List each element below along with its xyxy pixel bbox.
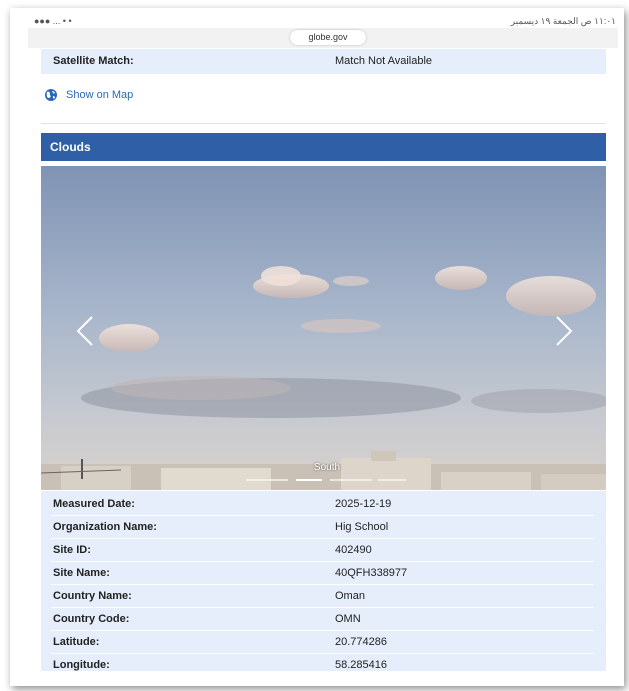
- show-on-map-link[interactable]: Show on Map: [44, 86, 133, 104]
- carousel-indicators[interactable]: [246, 479, 406, 482]
- status-right: ۱۱:۰۱ ص الجمعة ۱۹ ديسمبر: [510, 16, 616, 26]
- photo-caption: South: [313, 462, 341, 473]
- chevron-left-icon: [76, 316, 93, 346]
- chevron-right-icon: [556, 316, 573, 346]
- detail-row-site-id: Site ID: 402490: [41, 539, 606, 562]
- carousel-indicator-active[interactable]: [296, 479, 322, 481]
- detail-label: Measured Date:: [53, 498, 135, 510]
- detail-row-longitude: Longitude: 58.285416: [41, 654, 606, 677]
- next-photo-button[interactable]: [551, 313, 577, 349]
- detail-label: Latitude:: [53, 636, 100, 648]
- detail-label: Site Name:: [53, 567, 110, 579]
- satellite-match-value: Match Not Available: [335, 55, 433, 67]
- satellite-match-row: Satellite Match: Match Not Available: [41, 49, 606, 74]
- detail-label: Country Code:: [53, 613, 130, 625]
- clouds-title: Clouds: [50, 140, 91, 154]
- carousel-indicator[interactable]: [330, 479, 372, 481]
- clouds-section-header: Clouds: [41, 133, 606, 161]
- detail-row-site-name: Site Name: 40QFH338977: [41, 562, 606, 585]
- show-on-map-label: Show on Map: [66, 89, 134, 101]
- detail-row-country-code: Country Code: OMN: [41, 608, 606, 631]
- detail-value: 2025-12-19: [335, 498, 392, 510]
- divider: [41, 123, 606, 124]
- carousel-indicator[interactable]: [378, 479, 406, 481]
- detail-value: Oman: [335, 590, 365, 602]
- detail-row-latitude: Latitude: 20.774286: [41, 631, 606, 654]
- satellite-match-label: Satellite Match:: [53, 55, 134, 67]
- detail-label: Site ID:: [53, 544, 91, 556]
- detail-label: Country Name:: [53, 590, 132, 602]
- status-bar: ●●● ... • • ۱۱:۰۱ ص الجمعة ۱۹ ديسمبر: [28, 16, 624, 28]
- detail-value: 402490: [335, 544, 372, 556]
- previous-photo-button[interactable]: [72, 313, 98, 349]
- carousel-indicator[interactable]: [246, 479, 288, 481]
- url-text[interactable]: globe.gov: [290, 30, 366, 45]
- detail-label: Longitude:: [53, 659, 110, 671]
- detail-row-country-name: Country Name: Oman: [41, 585, 606, 608]
- detail-value: Hig School: [335, 521, 389, 533]
- detail-value: 20.774286: [335, 636, 387, 648]
- detail-row-measured-date: Measured Date: 2025-12-19: [41, 493, 606, 516]
- globe-icon: [44, 88, 58, 102]
- detail-value: 58.285416: [335, 659, 387, 671]
- cloud-photo: [41, 166, 606, 490]
- detail-row-organization-name: Organization Name: Hig School: [41, 516, 606, 539]
- detail-value: 40QFH338977: [335, 567, 408, 579]
- detail-label: Organization Name:: [53, 521, 157, 533]
- status-left: ●●● ... • •: [34, 16, 72, 26]
- details-table: Measured Date: 2025-12-19 Organization N…: [41, 491, 606, 671]
- detail-value: OMN: [335, 613, 361, 625]
